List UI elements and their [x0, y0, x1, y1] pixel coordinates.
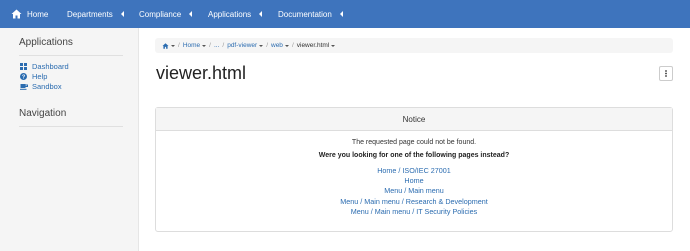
dashboard-icon	[19, 62, 28, 70]
breadcrumb-item-current[interactable]: viewer.html	[297, 42, 336, 49]
help-icon: ?	[19, 72, 28, 80]
breadcrumb-separator: /	[178, 42, 180, 49]
home-icon	[162, 42, 169, 49]
suggestion-link[interactable]: Menu / Main menu / Research & Developmen…	[156, 197, 672, 207]
dropdown-caret-icon	[331, 44, 336, 47]
notice-heading: Notice	[156, 108, 672, 131]
breadcrumb-item-ellipsis[interactable]: ...	[214, 42, 219, 49]
sidebar-item-label: Dashboard	[32, 61, 69, 71]
notice-panel: Notice The requested page could not be f…	[155, 107, 673, 232]
breadcrumb-separator: /	[291, 42, 294, 49]
breadcrumb-item-label: ...	[213, 42, 220, 49]
suggestion-link[interactable]: Menu / Main menu	[156, 186, 672, 196]
nav-applications-label: Applications	[208, 9, 252, 19]
dropdown-caret-icon	[202, 44, 207, 47]
caret-left-icon	[189, 11, 193, 17]
breadcrumb-separator: /	[222, 42, 225, 49]
sidebar-item-label: Help	[32, 71, 48, 81]
sidebar-divider	[19, 126, 123, 127]
nav-applications[interactable]: Applications	[208, 0, 278, 28]
caret-left-icon	[120, 11, 124, 17]
caret-left-icon	[259, 11, 263, 17]
breadcrumb: / Home / ... / pdf-viewer / web / viewer…	[155, 38, 673, 53]
sidebar-item-sandbox[interactable]: Sandbox	[19, 81, 138, 91]
breadcrumb-separator: /	[209, 42, 211, 49]
sidebar-links: Dashboard ? Help Sandbox	[19, 61, 138, 91]
dropdown-caret-icon	[171, 44, 175, 47]
dropdown-caret-icon	[284, 44, 289, 47]
sidebar: Applications Dashboard ? Help Sandbox Na…	[0, 28, 139, 251]
breadcrumb-item-label: web	[271, 42, 283, 49]
nav-home-label: Home	[27, 9, 49, 19]
breadcrumb-home-icon-item[interactable]	[162, 42, 175, 49]
vertical-ellipsis-icon	[665, 70, 667, 77]
nav-compliance[interactable]: Compliance	[139, 0, 208, 28]
dropdown-caret-icon	[259, 44, 264, 47]
sidebar-applications-heading: Applications	[19, 37, 73, 48]
breadcrumb-item-label: Home	[182, 42, 201, 49]
sidebar-item-label: Sandbox	[32, 81, 62, 91]
nav-departments[interactable]: Departments	[67, 0, 139, 28]
suggestion-link[interactable]: Home	[156, 176, 672, 186]
nav-departments-label: Departments	[67, 9, 113, 19]
breadcrumb-current-label: viewer.html	[296, 42, 330, 49]
top-navbar: Home Departments Compliance Applications…	[0, 0, 690, 28]
sandbox-icon	[19, 82, 28, 90]
notice-message: The requested page could not be found.	[351, 139, 477, 146]
sidebar-divider	[19, 55, 123, 56]
home-icon	[11, 9, 22, 19]
breadcrumb-item-label: pdf-viewer	[227, 42, 258, 49]
page-title: viewer.html	[156, 63, 247, 83]
nav-compliance-label: Compliance	[139, 9, 182, 19]
suggestion-link[interactable]: Menu / Main menu / IT Security Policies	[156, 207, 672, 217]
breadcrumb-item-pdf-viewer[interactable]: pdf-viewer	[227, 42, 264, 49]
suggestion-list: Home / ISO/IEC 27001 Home Menu / Main me…	[156, 166, 672, 217]
caret-left-icon	[339, 11, 343, 17]
sidebar-item-help[interactable]: ? Help	[19, 71, 138, 81]
breadcrumb-item-web[interactable]: web	[271, 42, 289, 49]
sidebar-item-dashboard[interactable]: Dashboard	[19, 61, 138, 71]
sidebar-navigation-heading: Navigation	[19, 108, 67, 119]
nav-documentation-label: Documentation	[278, 9, 332, 19]
breadcrumb-separator: /	[266, 42, 268, 49]
breadcrumb-item-home[interactable]: Home	[182, 42, 207, 49]
suggestion-link[interactable]: Home / ISO/IEC 27001	[156, 166, 672, 176]
notice-question: Were you looking for one of the followin…	[318, 152, 510, 159]
nav-documentation[interactable]: Documentation	[278, 0, 368, 28]
nav-home[interactable]: Home	[0, 0, 67, 28]
page-actions-button[interactable]	[659, 66, 673, 81]
